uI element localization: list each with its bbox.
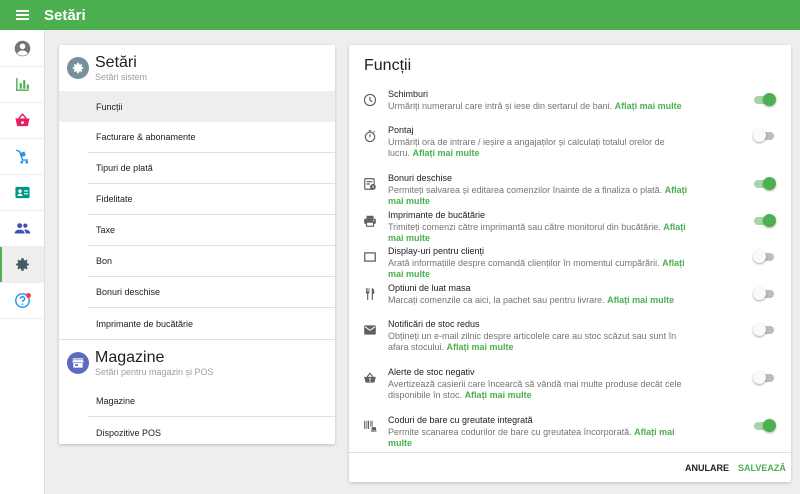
feature-title: Notificări de stoc redus (388, 319, 480, 329)
feature-description: Obțineți un e-mail zilnic despre articol… (388, 331, 677, 352)
feature-description: Trimiteți comenzi către imprimantă sau c… (388, 222, 686, 243)
feature-description: Marcați comenzile ca aici, la pachet sau… (388, 295, 675, 305)
feature-toggle[interactable] (753, 323, 775, 336)
feature-text: Pontaj Urmăriți ora de intrare / ieșire … (388, 125, 688, 159)
feature-text: Optiuni de luat masa Marcați comenzile c… (388, 283, 688, 306)
basket-icon (14, 113, 30, 127)
barcode-weight-icon: kg (363, 419, 377, 433)
nav-settings[interactable] (0, 247, 44, 283)
learn-more-link[interactable]: Aflați mai multe (465, 390, 532, 400)
feature-text: Display-uri pentru clienți Arată informa… (388, 246, 688, 280)
settings-menu-card: Setări Setări sistem Funcții Facturare &… (59, 45, 335, 444)
reports-icon (15, 78, 29, 91)
settings-section-subtitle: Setări sistem (95, 72, 148, 82)
cancel-button[interactable]: ANULARE (685, 463, 729, 473)
stores-section-header: Magazine Setări pentru magazin și POS (59, 340, 335, 386)
feature-text: Notificări de stoc redus Obțineți un e-m… (388, 319, 688, 353)
menu-button[interactable] (0, 0, 44, 30)
feature-title: Pontaj (388, 125, 414, 135)
feature-description: Arată informațiile despre comandă clienț… (388, 258, 685, 279)
save-button[interactable]: SALVEAZĂ (738, 463, 786, 473)
feature-description: Permiteți salvarea și editarea comenzilo… (388, 185, 688, 206)
feature-title: Imprimante de bucătărie (388, 210, 486, 220)
feature-title: Schimburi (388, 89, 429, 99)
svg-text:kg: kg (372, 428, 376, 432)
gear-icon (15, 258, 29, 271)
feature-description: Permite scanarea codurilor de bare cu gr… (388, 427, 675, 448)
account-icon (14, 40, 30, 56)
feature-title: Coduri de bare cu greutate integrată (388, 415, 533, 425)
menu-item-taxes[interactable]: Taxe (88, 215, 335, 246)
store-icon (72, 358, 84, 368)
dining-icon (363, 287, 377, 301)
menu-item-pos-devices[interactable]: Dispozitive POS (88, 417, 335, 448)
feature-description: Urmăriți numerarul care intră și iese di… (388, 101, 682, 111)
page-title: Setări (44, 6, 86, 24)
functions-card: Funcții Schimburi Urmăriți numerarul car… (349, 45, 791, 482)
learn-more-link[interactable]: Aflați mai multe (447, 342, 514, 352)
feature-toggle[interactable] (754, 214, 776, 227)
feature-text: Coduri de bare cu greutate integrată Per… (388, 415, 688, 449)
people-icon (14, 223, 30, 234)
feature-title: Bonuri deschise (388, 173, 453, 183)
nav-customers[interactable] (0, 175, 44, 211)
stores-section-subtitle: Setări pentru magazin și POS (95, 367, 214, 377)
mail-icon (363, 323, 377, 337)
basket-alert-icon (363, 371, 377, 385)
menu-item-open-tickets[interactable]: Bonuri deschise (88, 277, 335, 308)
feature-toggle[interactable] (753, 250, 775, 263)
feature-title: Display-uri pentru clienți (388, 246, 485, 256)
nav-users[interactable] (0, 211, 44, 247)
feature-toggle[interactable] (754, 177, 776, 190)
menu-item-receipt[interactable]: Bon (88, 246, 335, 277)
feature-toggle[interactable] (753, 287, 775, 300)
settings-section-title: Setări (95, 54, 137, 71)
menu-item-stores[interactable]: Magazine (88, 386, 335, 417)
feature-text: Imprimante de bucătărie Trimiteți comenz… (388, 210, 688, 244)
clock-icon (363, 93, 377, 107)
nav-reports[interactable] (0, 67, 44, 103)
side-nav (0, 30, 45, 494)
nav-items[interactable] (0, 103, 44, 139)
stores-section-title: Magazine (95, 349, 165, 366)
top-app-bar: Setări (0, 0, 800, 30)
learn-more-link[interactable]: Aflați mai multe (607, 295, 674, 305)
contact-card-icon (14, 186, 30, 199)
display-icon (363, 250, 377, 264)
menu-item-functions[interactable]: Funcții (59, 91, 335, 122)
feature-toggle[interactable] (753, 371, 775, 384)
settings-section-icon (67, 57, 89, 79)
nav-employees[interactable] (0, 139, 44, 175)
stopwatch-icon (363, 129, 377, 143)
stores-section-icon (67, 352, 89, 374)
gear-icon (72, 62, 84, 74)
notification-dot (26, 293, 31, 298)
open-ticket-icon (363, 177, 377, 191)
menu-item-billing[interactable]: Facturare & abonamente (88, 122, 335, 153)
feature-text: Bonuri deschise Permiteți salvarea și ed… (388, 173, 688, 207)
feature-toggle[interactable] (754, 93, 776, 106)
feature-description: Avertizează casierii care încearcă să vâ… (388, 379, 682, 400)
menu-item-payment-types[interactable]: Tipuri de plată (88, 153, 335, 184)
feature-toggle[interactable] (753, 129, 775, 142)
functions-title: Funcții (364, 57, 412, 74)
feature-text: Alerte de stoc negativ Avertizează casie… (388, 367, 688, 401)
menu-item-loyalty[interactable]: Fidelitate (88, 184, 335, 215)
feature-text: Schimburi Urmăriți numerarul care intră … (388, 89, 688, 112)
feature-title: Alerte de stoc negativ (388, 367, 475, 377)
learn-more-link[interactable]: Aflați mai multe (615, 101, 682, 111)
functions-footer: ANULARE SALVEAZĂ (349, 452, 791, 482)
cart-icon (15, 149, 28, 164)
feature-title: Optiuni de luat masa (388, 283, 471, 293)
nav-help[interactable] (0, 283, 44, 319)
menu-item-kitchen-printers[interactable]: Imprimante de bucătărie (88, 308, 335, 339)
nav-account[interactable] (0, 30, 44, 67)
learn-more-link[interactable]: Aflați mai multe (413, 148, 480, 158)
printer-icon (363, 214, 377, 228)
feature-description: Urmăriți ora de intrare / ieșire a angaj… (388, 137, 665, 158)
feature-toggle[interactable] (754, 419, 776, 432)
hamburger-icon (15, 10, 29, 20)
settings-section-header: Setări Setări sistem (59, 45, 335, 91)
